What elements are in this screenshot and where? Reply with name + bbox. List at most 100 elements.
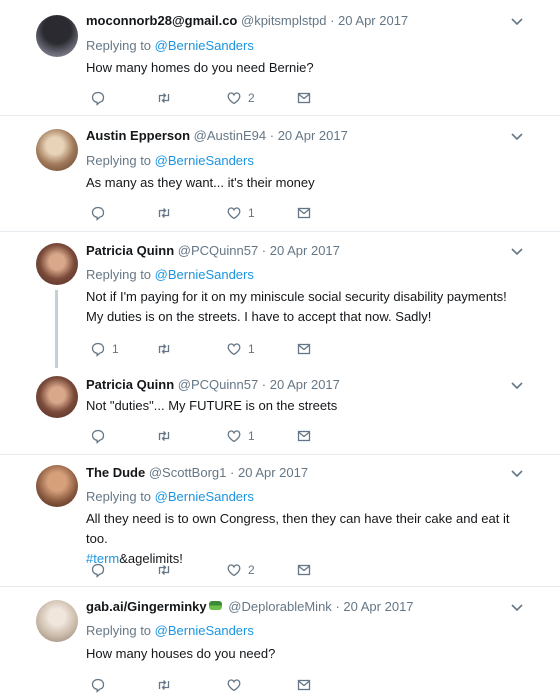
mail-icon [297, 564, 311, 576]
author-handle[interactable]: @kpitsmplstpd [241, 13, 326, 28]
tweet-date[interactable]: 20 Apr 2017 [270, 377, 340, 392]
author-handle[interactable]: @PCQuinn57 [178, 243, 258, 258]
author-name[interactable]: gab.ai/Gingerminky [86, 599, 207, 614]
reply-button[interactable] [90, 204, 112, 222]
author-name[interactable]: Patricia Quinn [86, 243, 174, 258]
like-button[interactable]: 2 [226, 89, 255, 107]
message-button[interactable] [296, 676, 312, 694]
mail-icon [297, 679, 311, 691]
tweet-text: All they need is to own Congress, then t… [86, 509, 526, 569]
like-button[interactable] [226, 676, 248, 694]
replying-to-link[interactable]: @BernieSanders [155, 38, 254, 53]
tweet-text: How many houses do you need? [86, 646, 276, 661]
replying-to-label: Replying to [86, 489, 152, 504]
retweet-icon [158, 208, 170, 218]
message-button[interactable] [296, 561, 312, 579]
separator-dot: · [330, 13, 335, 28]
reply-button[interactable]: 1 [90, 340, 119, 358]
author-handle[interactable]: @DeplorableMink [228, 599, 332, 614]
author-name[interactable]: Austin Epperson [86, 128, 190, 143]
like-button[interactable]: 2 [226, 561, 255, 579]
message-button[interactable] [296, 89, 312, 107]
author-name[interactable]: moconnorb28@gmail.co [86, 13, 237, 28]
like-count: 2 [248, 563, 255, 577]
tweet[interactable]: The Dude @ScottBorg1 · 20 Apr 2017 Reply… [0, 455, 560, 586]
retweet-icon [158, 344, 170, 354]
mail-icon [297, 207, 311, 219]
tweet[interactable]: Patricia Quinn @PCQuinn57 · 20 Apr 2017 … [0, 232, 560, 368]
tweet-date[interactable]: 20 Apr 2017 [270, 243, 340, 258]
retweet-button[interactable] [156, 676, 178, 694]
avatar[interactable] [36, 129, 78, 171]
replying-to-link[interactable]: @BernieSanders [155, 489, 254, 504]
chevron-down-icon[interactable] [510, 244, 524, 258]
reply-button[interactable] [90, 676, 112, 694]
reply-icon [91, 429, 105, 444]
chevron-down-icon[interactable] [510, 600, 524, 614]
like-count: 2 [248, 91, 255, 105]
like-count: 1 [248, 206, 255, 220]
message-button[interactable] [296, 340, 312, 358]
like-button[interactable]: 1 [226, 340, 255, 358]
author-handle[interactable]: @AustinE94 [194, 128, 266, 143]
avatar[interactable] [36, 243, 78, 285]
tweet[interactable]: Patricia Quinn @PCQuinn57 · 20 Apr 2017 … [0, 368, 560, 454]
retweet-icon [158, 565, 170, 575]
chevron-down-icon[interactable] [510, 378, 524, 392]
author-handle[interactable]: @ScottBorg1 [149, 465, 227, 480]
mail-icon [297, 92, 311, 104]
tweet-text: Not if I'm paying for it on my miniscule… [86, 289, 507, 324]
like-count: 1 [248, 429, 255, 443]
reply-button[interactable] [90, 561, 112, 579]
avatar[interactable] [36, 376, 78, 418]
tweet-date[interactable]: 20 Apr 2017 [338, 13, 408, 28]
thread-line [55, 290, 58, 368]
message-button[interactable] [296, 427, 312, 445]
heart-icon [227, 430, 241, 443]
reply-button[interactable] [90, 427, 112, 445]
message-button[interactable] [296, 204, 312, 222]
avatar[interactable] [36, 465, 78, 507]
retweet-button[interactable] [156, 427, 178, 445]
mail-icon [297, 430, 311, 442]
like-button[interactable]: 1 [226, 427, 255, 445]
tweet[interactable]: gab.ai/Gingerminky @DeplorableMink · 20 … [0, 587, 560, 700]
author-handle[interactable]: @PCQuinn57 [178, 377, 258, 392]
avatar[interactable] [36, 15, 78, 57]
tweet-text: Not "duties"... My FUTURE is on the stre… [86, 398, 338, 413]
separator-dot: · [261, 377, 267, 392]
avatar[interactable] [36, 600, 78, 642]
author-name[interactable]: Patricia Quinn [86, 377, 174, 392]
retweet-button[interactable] [156, 204, 178, 222]
tweet-date[interactable]: 20 Apr 2017 [278, 128, 348, 143]
tweet[interactable]: moconnorb28@gmail.co @kpitsmplstpd · 20 … [0, 0, 560, 115]
reply-icon [91, 206, 105, 221]
retweet-button[interactable] [156, 89, 178, 107]
separator-dot: · [230, 465, 235, 480]
heart-icon [227, 343, 241, 356]
reply-icon [91, 678, 105, 693]
tweet[interactable]: Austin Epperson @AustinE94 · 20 Apr 2017… [0, 116, 560, 231]
mail-icon [297, 343, 311, 355]
replying-to-label: Replying to [86, 153, 152, 168]
chevron-down-icon[interactable] [510, 129, 524, 143]
chevron-down-icon[interactable] [510, 466, 524, 480]
replying-to-label: Replying to [86, 623, 152, 638]
heart-icon [227, 207, 241, 220]
like-button[interactable]: 1 [226, 204, 255, 222]
replying-to-link[interactable]: @BernieSanders [155, 267, 254, 282]
tweet-date[interactable]: 20 Apr 2017 [343, 599, 413, 614]
chevron-down-icon[interactable] [510, 14, 524, 28]
replying-to-link[interactable]: @BernieSanders [155, 153, 254, 168]
separator-dot: · [335, 599, 340, 614]
replying-to-link[interactable]: @BernieSanders [155, 623, 254, 638]
retweet-icon [158, 93, 170, 103]
heart-icon [227, 92, 241, 105]
replying-to-label: Replying to [86, 38, 152, 53]
author-name[interactable]: The Dude [86, 465, 145, 480]
reply-button[interactable] [90, 89, 112, 107]
tweet-date[interactable]: 20 Apr 2017 [238, 465, 308, 480]
retweet-button[interactable] [156, 340, 178, 358]
replying-to-label: Replying to [86, 267, 152, 282]
retweet-button[interactable] [156, 561, 178, 579]
